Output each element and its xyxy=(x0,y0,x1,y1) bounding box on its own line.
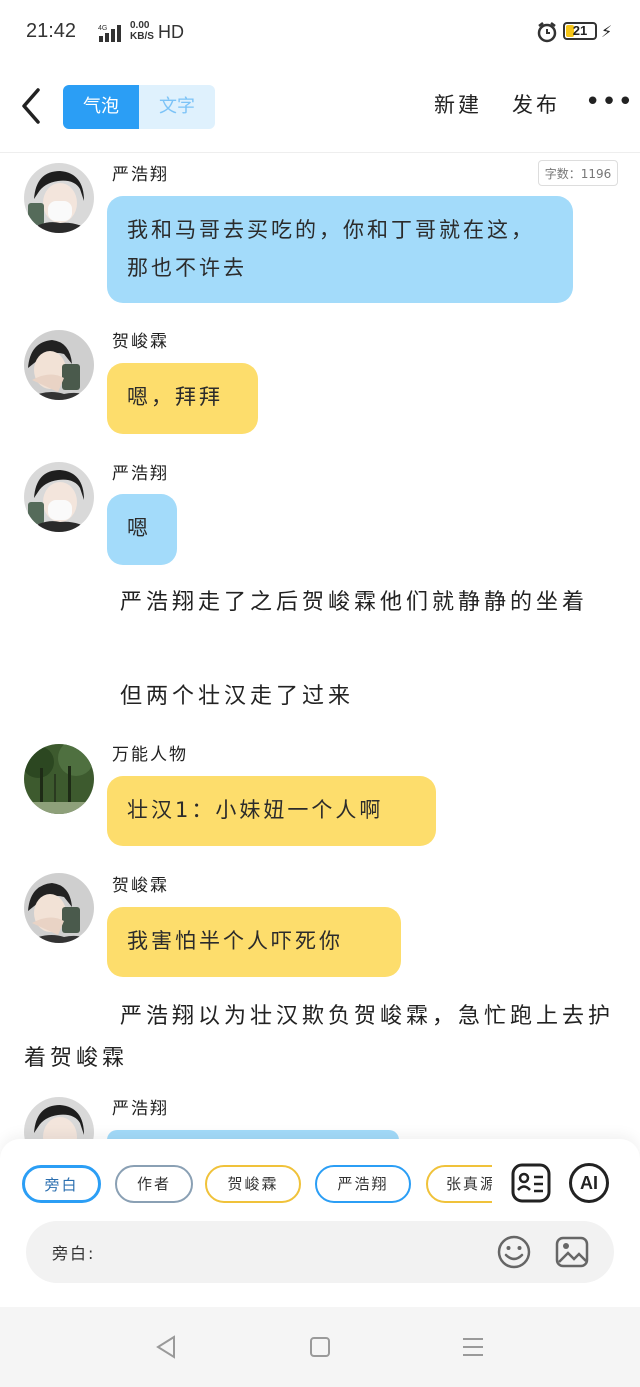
top-toolbar: 气泡 文字 新建 发布 ••• xyxy=(0,64,640,153)
input-role-label: 旁白: xyxy=(52,1244,96,1263)
boy-avatar-icon xyxy=(24,873,94,943)
ai-button[interactable]: AI xyxy=(569,1163,609,1203)
speaker-name: 严浩翔 xyxy=(112,1099,169,1119)
avatar[interactable] xyxy=(24,744,94,814)
image-icon[interactable] xyxy=(554,1234,590,1270)
message-bubble[interactable]: 嗯，拜拜 xyxy=(107,363,258,434)
alarm-icon xyxy=(537,22,557,43)
message-bubble[interactable]: 嗯 xyxy=(107,494,177,565)
speaker-name: 贺峻霖 xyxy=(112,876,169,896)
speed-unit: KB/S xyxy=(130,31,154,42)
role-chip-zhang[interactable]: 张真源 xyxy=(426,1165,492,1203)
tab-bubble[interactable]: 气泡 xyxy=(63,85,139,129)
publish-button[interactable]: 发布 xyxy=(512,89,560,119)
speed-value: 0.00 xyxy=(130,20,150,31)
narration-text[interactable]: 严浩翔走了之后贺峻霖他们就静静的坐着 xyxy=(24,582,614,624)
word-count-badge: 字数：1196 xyxy=(538,160,618,186)
back-icon[interactable] xyxy=(18,84,48,128)
message-bubble[interactable]: 我害怕半个人吓死你 xyxy=(107,907,401,977)
nav-menu-icon[interactable] xyxy=(461,1327,485,1367)
speaker-name: 严浩翔 xyxy=(112,165,169,185)
nav-home-icon[interactable] xyxy=(308,1327,332,1367)
svg-text:4G: 4G xyxy=(98,25,107,32)
system-nav-bar xyxy=(0,1307,640,1387)
nav-back-icon[interactable] xyxy=(154,1327,178,1367)
message-bubble[interactable]: 壮汉1：小妹妞一个人啊 xyxy=(107,776,436,846)
mode-switch: 气泡 文字 xyxy=(63,85,215,129)
narration-text[interactable]: 但两个壮汉走了过来 xyxy=(120,676,614,718)
network-speed: 0.00 KB/S xyxy=(130,20,154,42)
avatar[interactable] xyxy=(24,330,94,400)
compose-panel: 旁白 作者 贺峻霖 严浩翔 张真源 AI 旁白: xyxy=(0,1139,640,1307)
signal-icon: 4G xyxy=(98,25,121,42)
boy-avatar-icon xyxy=(24,462,94,532)
hd-indicator: HD xyxy=(158,22,184,42)
avatar[interactable] xyxy=(24,462,94,532)
forest-avatar-icon xyxy=(24,744,94,814)
more-icon[interactable]: ••• xyxy=(585,89,634,115)
role-card-icon[interactable] xyxy=(511,1163,551,1203)
narration-text[interactable]: 严浩翔以为壮汉欺负贺峻霖，急忙跑上去护着贺峻霖 xyxy=(24,996,614,1080)
charging-icon: ⚡ xyxy=(601,22,613,41)
role-chip-he[interactable]: 贺峻霖 xyxy=(205,1165,301,1203)
emoji-icon[interactable] xyxy=(496,1234,532,1270)
battery-icon: 21 xyxy=(563,22,597,40)
tab-text[interactable]: 文字 xyxy=(139,85,215,129)
speaker-name: 贺峻霖 xyxy=(112,332,169,352)
status-time: 21:42 xyxy=(26,20,77,42)
role-chip-narrator[interactable]: 旁白 xyxy=(22,1165,101,1203)
role-chip-yan[interactable]: 严浩翔 xyxy=(315,1165,411,1203)
boy-avatar-icon xyxy=(24,163,94,233)
role-chip-author[interactable]: 作者 xyxy=(115,1165,193,1203)
message-input[interactable]: 旁白: xyxy=(26,1221,614,1283)
speaker-name: 万能人物 xyxy=(112,745,188,765)
new-button[interactable]: 新建 xyxy=(434,89,482,119)
battery-level: 21 xyxy=(572,23,588,38)
speaker-name: 严浩翔 xyxy=(112,464,169,484)
boy-avatar-icon xyxy=(24,330,94,400)
message-bubble[interactable]: 我和马哥去买吃的，你和丁哥就在这，那也不许去 xyxy=(107,196,573,303)
avatar[interactable] xyxy=(24,163,94,233)
status-bar: 21:42 4G 0.00 KB/S HD 21 ⚡ xyxy=(0,0,640,64)
avatar[interactable] xyxy=(24,873,94,943)
